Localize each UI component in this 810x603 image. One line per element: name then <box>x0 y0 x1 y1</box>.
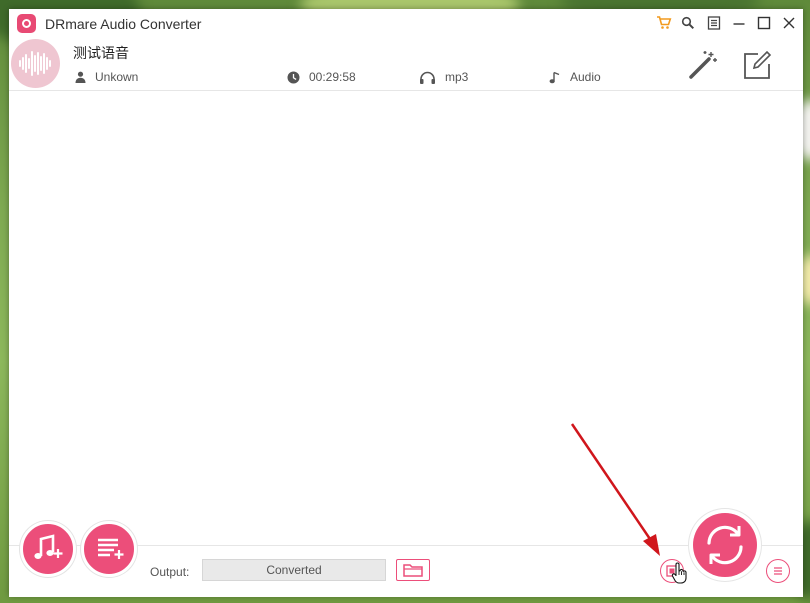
annotation-arrow <box>570 423 660 556</box>
